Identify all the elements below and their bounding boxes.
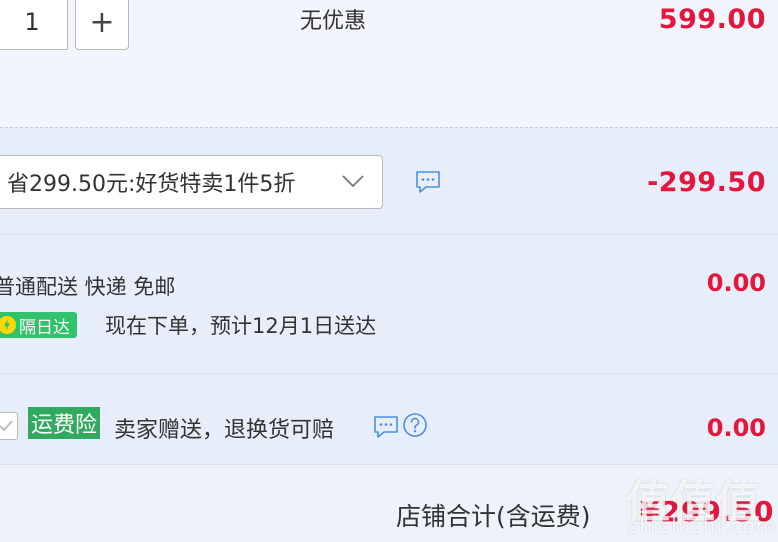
- insurance-checkbox[interactable]: [0, 412, 18, 440]
- order-item-row: 1 + 无优惠 599.00: [0, 0, 778, 127]
- shipping-insurance-row: 运费险 卖家赠送，退换货可赔 0.00: [0, 374, 778, 464]
- help-icon[interactable]: [402, 412, 428, 438]
- dashed-divider: [0, 127, 778, 128]
- next-day-badge-label: 隔日达: [19, 317, 70, 338]
- insurance-fee: 0.00: [706, 414, 766, 442]
- store-total-row: 店铺合计(含运费) ¥299.50: [0, 465, 778, 542]
- chevron-down-icon: [342, 175, 364, 188]
- discount-amount: -299.50: [647, 167, 766, 198]
- lightning-icon: [0, 316, 16, 334]
- discount-selected-value: 省299.50元:好货特卖1件5折: [7, 172, 296, 197]
- discount-row: 省299.50元:好货特卖1件5折 -299.50: [0, 129, 778, 234]
- checkmark-icon: [0, 420, 13, 432]
- next-day-badge: 隔日达: [0, 312, 77, 338]
- delivery-method: 普通配送 快递 免邮: [0, 275, 176, 299]
- delivery-fee: 0.00: [706, 269, 766, 297]
- promotion-status: 无优惠: [300, 9, 367, 34]
- delivery-eta: 现在下单，预计12月1日送达: [105, 314, 377, 338]
- store-total-value: ¥299.50: [640, 495, 775, 528]
- delivery-row: 普通配送 快递 免邮 隔日达 现在下单，预计12月1日送达 0.00: [0, 235, 778, 373]
- chat-icon[interactable]: [414, 169, 442, 195]
- insurance-description: 卖家赠送，退换货可赔: [114, 418, 335, 443]
- insurance-badge: 运费险: [28, 407, 101, 439]
- chat-icon[interactable]: [372, 414, 400, 440]
- quantity-input[interactable]: 1: [0, 0, 68, 50]
- increase-quantity-button[interactable]: +: [75, 0, 129, 50]
- discount-select[interactable]: 省299.50元:好货特卖1件5折: [0, 155, 383, 209]
- store-total-label: 店铺合计(含运费): [396, 502, 591, 531]
- item-price: 599.00: [658, 4, 766, 35]
